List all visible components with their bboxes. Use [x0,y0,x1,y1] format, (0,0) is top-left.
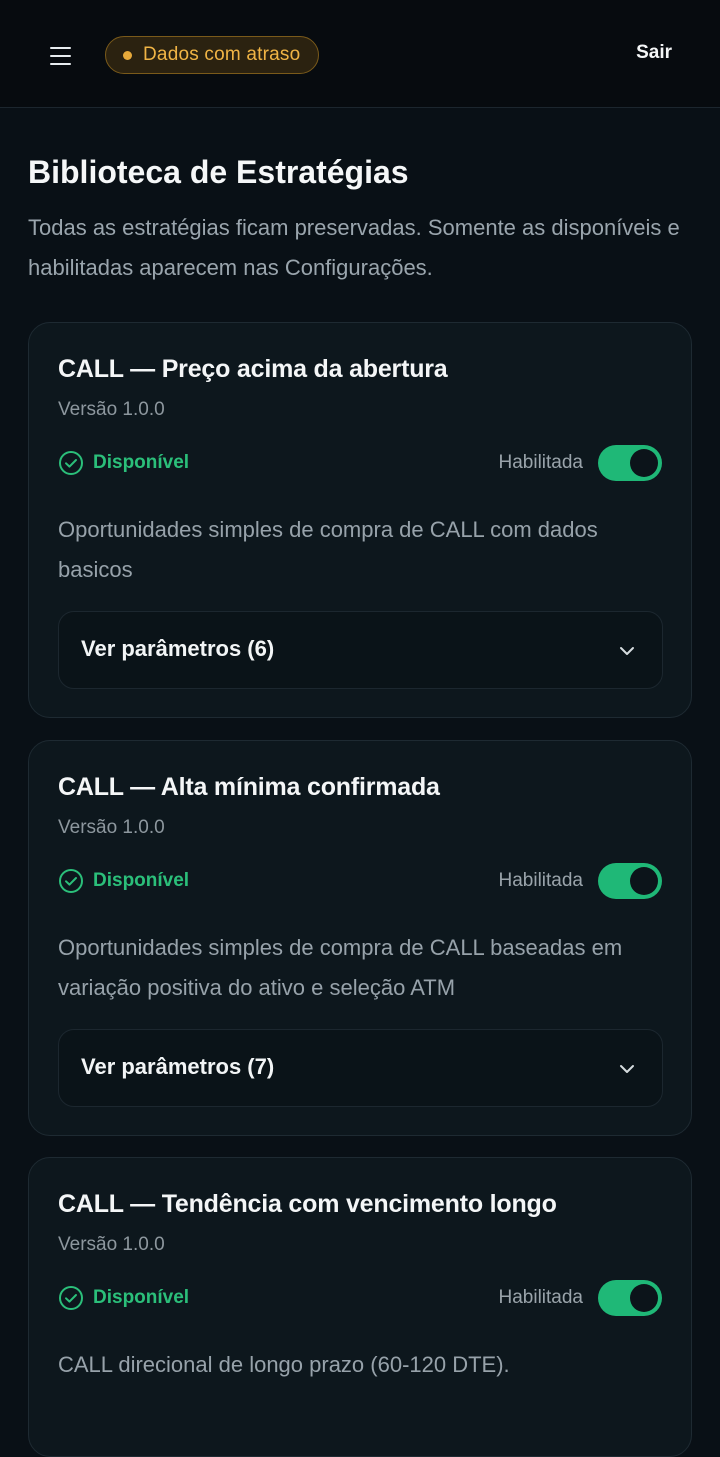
check-circle-icon [59,869,83,893]
view-parameters-label: Ver parâmetros (7) [81,1054,275,1079]
toggle-knob [630,867,658,895]
strategy-title: CALL — Tendência com vencimento longo [58,1190,557,1218]
view-parameters-button[interactable]: Ver parâmetros (7) [58,1029,663,1107]
enabled-label: Habilitada [498,452,584,473]
strategy-card: CALL — Preço acima da abertura Versão 1.… [28,322,692,718]
check-circle-icon [59,1286,83,1310]
availability-text: Disponível [93,452,190,473]
availability-text: Disponível [93,870,190,891]
strategy-card: CALL — Alta mínima confirmada Versão 1.0… [28,740,692,1136]
strategy-description: CALL direcional de longo prazo (60-120 D… [58,1352,510,1377]
check-circle-icon [59,451,83,475]
view-parameters-label: Ver parâmetros (6) [81,636,275,661]
page-title: Biblioteca de Estratégias [28,154,409,190]
hamburger-menu-icon[interactable] [40,36,80,76]
page-subtitle: Todas as estratégias ficam preservadas. … [28,215,680,280]
enabled-toggle[interactable] [598,863,662,899]
toggle-knob [630,1284,658,1312]
data-delay-badge: Dados com atraso [105,36,320,74]
availability-status: Disponível [58,868,189,894]
chevron-down-icon [620,1065,634,1073]
strategy-description: Oportunidades simples de compra de CALL … [58,517,598,582]
toggle-knob [630,449,658,477]
enabled-toggle[interactable] [598,1280,662,1316]
strategy-description: Oportunidades simples de compra de CALL … [58,935,623,1000]
enabled-control: Habilitada [498,445,662,481]
data-delay-text: Dados com atraso [143,44,301,65]
enabled-label: Habilitada [498,1287,584,1308]
status-dot-icon [123,50,132,60]
strategy-card: CALL — Tendência com vencimento longo Ve… [28,1157,692,1457]
logout-button[interactable]: Sair [636,42,672,64]
enabled-toggle[interactable] [598,445,662,481]
strategy-version: Versão 1.0.0 [58,399,165,420]
top-bar: Dados com atraso Sair [0,0,720,108]
enabled-control: Habilitada [498,1280,662,1316]
strategy-version: Versão 1.0.0 [58,1234,165,1255]
strategy-title: CALL — Preço acima da abertura [58,355,448,383]
availability-text: Disponível [93,1287,190,1308]
availability-status: Disponível [58,450,189,476]
enabled-control: Habilitada [498,863,662,899]
strategy-title: CALL — Alta mínima confirmada [58,773,440,801]
availability-status: Disponível [58,1285,189,1311]
enabled-label: Habilitada [498,870,584,891]
strategy-version: Versão 1.0.0 [58,817,165,838]
view-parameters-button[interactable]: Ver parâmetros (6) [58,611,663,689]
chevron-down-icon [620,647,634,655]
